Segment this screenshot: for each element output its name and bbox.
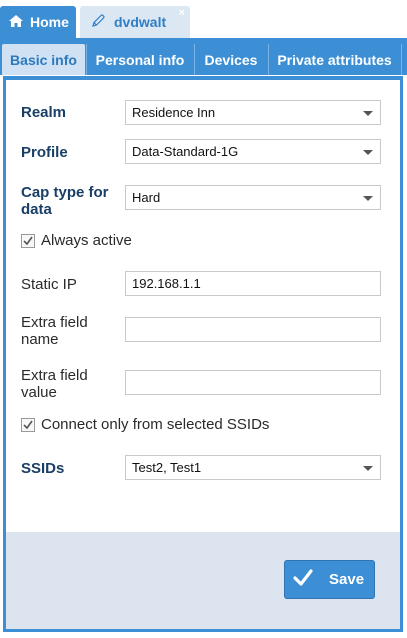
checkmark-icon: [293, 568, 313, 591]
static-ip-label: Static IP: [21, 276, 77, 293]
cap-type-label: Cap type for data: [21, 184, 109, 218]
tab-home-label: Home: [30, 14, 69, 30]
tab-basic-info[interactable]: Basic info: [2, 44, 85, 75]
cap-type-label-line1: Cap type for: [21, 184, 109, 201]
tab-user[interactable]: dvdwalt ×: [80, 6, 190, 38]
ssids-label: SSIDs: [21, 460, 65, 477]
tab-overflow[interactable]: [401, 44, 407, 75]
extra-field-name-label-line2: name: [21, 331, 59, 348]
checkmark-icon: [23, 420, 33, 429]
extra-field-value-input[interactable]: [125, 370, 381, 395]
extra-field-value-label-line1: Extra field: [21, 367, 88, 384]
chevron-down-icon[interactable]: [363, 196, 373, 201]
extra-field-name-input[interactable]: [125, 317, 381, 342]
always-active-label: Always active: [41, 232, 132, 249]
profile-label: Profile: [21, 144, 68, 161]
basic-info-form: Realm Residence Inn Profile Data-Standar…: [6, 80, 400, 532]
connect-selected-ssids-checkbox[interactable]: [21, 417, 35, 432]
ssids-value: Test2, Test1: [132, 460, 202, 475]
extra-field-name-label-line1: Extra field: [21, 314, 88, 331]
close-icon[interactable]: ×: [179, 7, 185, 19]
extra-field-name-label: Extra field name: [21, 314, 88, 348]
cap-type-value: Hard: [132, 190, 161, 205]
checkmark-icon: [23, 236, 33, 245]
realm-select[interactable]: Residence Inn: [125, 100, 381, 125]
tab-user-label: dvdwalt: [114, 14, 167, 30]
tab-home[interactable]: Home: [0, 6, 76, 38]
top-tab-strip: Home dvdwalt ×: [0, 0, 407, 38]
cap-type-label-line2: data: [21, 201, 52, 218]
home-icon: [8, 14, 24, 31]
save-button-label: Save: [329, 571, 365, 588]
profile-select[interactable]: Data-Standard-1G: [125, 139, 381, 164]
extra-field-value-label: Extra field value: [21, 367, 88, 401]
always-active-row[interactable]: Always active: [21, 232, 132, 249]
chevron-down-icon[interactable]: [363, 150, 373, 155]
tab-private-attributes[interactable]: Private attributes: [268, 44, 400, 75]
connect-selected-ssids-label: Connect only from selected SSIDs: [41, 416, 270, 433]
chevron-down-icon[interactable]: [363, 111, 373, 116]
pencil-icon: [90, 13, 106, 32]
connect-selected-ssids-row[interactable]: Connect only from selected SSIDs: [21, 416, 269, 433]
save-button[interactable]: Save: [284, 560, 375, 599]
panel-footer: Save: [6, 532, 400, 629]
always-active-checkbox[interactable]: [21, 233, 35, 248]
realm-label: Realm: [21, 104, 67, 121]
ssids-select[interactable]: Test2, Test1: [125, 455, 381, 480]
realm-value: Residence Inn: [132, 105, 216, 120]
static-ip-input[interactable]: 192.168.1.1: [125, 271, 381, 296]
chevron-down-icon[interactable]: [363, 466, 373, 471]
tab-personal-info[interactable]: Personal info: [86, 44, 193, 75]
sub-tab-strip: Basic info Personal info Devices Private…: [0, 38, 407, 75]
profile-value: Data-Standard-1G: [132, 144, 239, 159]
cap-type-select[interactable]: Hard: [125, 185, 381, 210]
basic-info-panel: Realm Residence Inn Profile Data-Standar…: [3, 76, 403, 632]
extra-field-value-label-line2: value: [21, 384, 57, 401]
tab-devices[interactable]: Devices: [194, 44, 267, 75]
